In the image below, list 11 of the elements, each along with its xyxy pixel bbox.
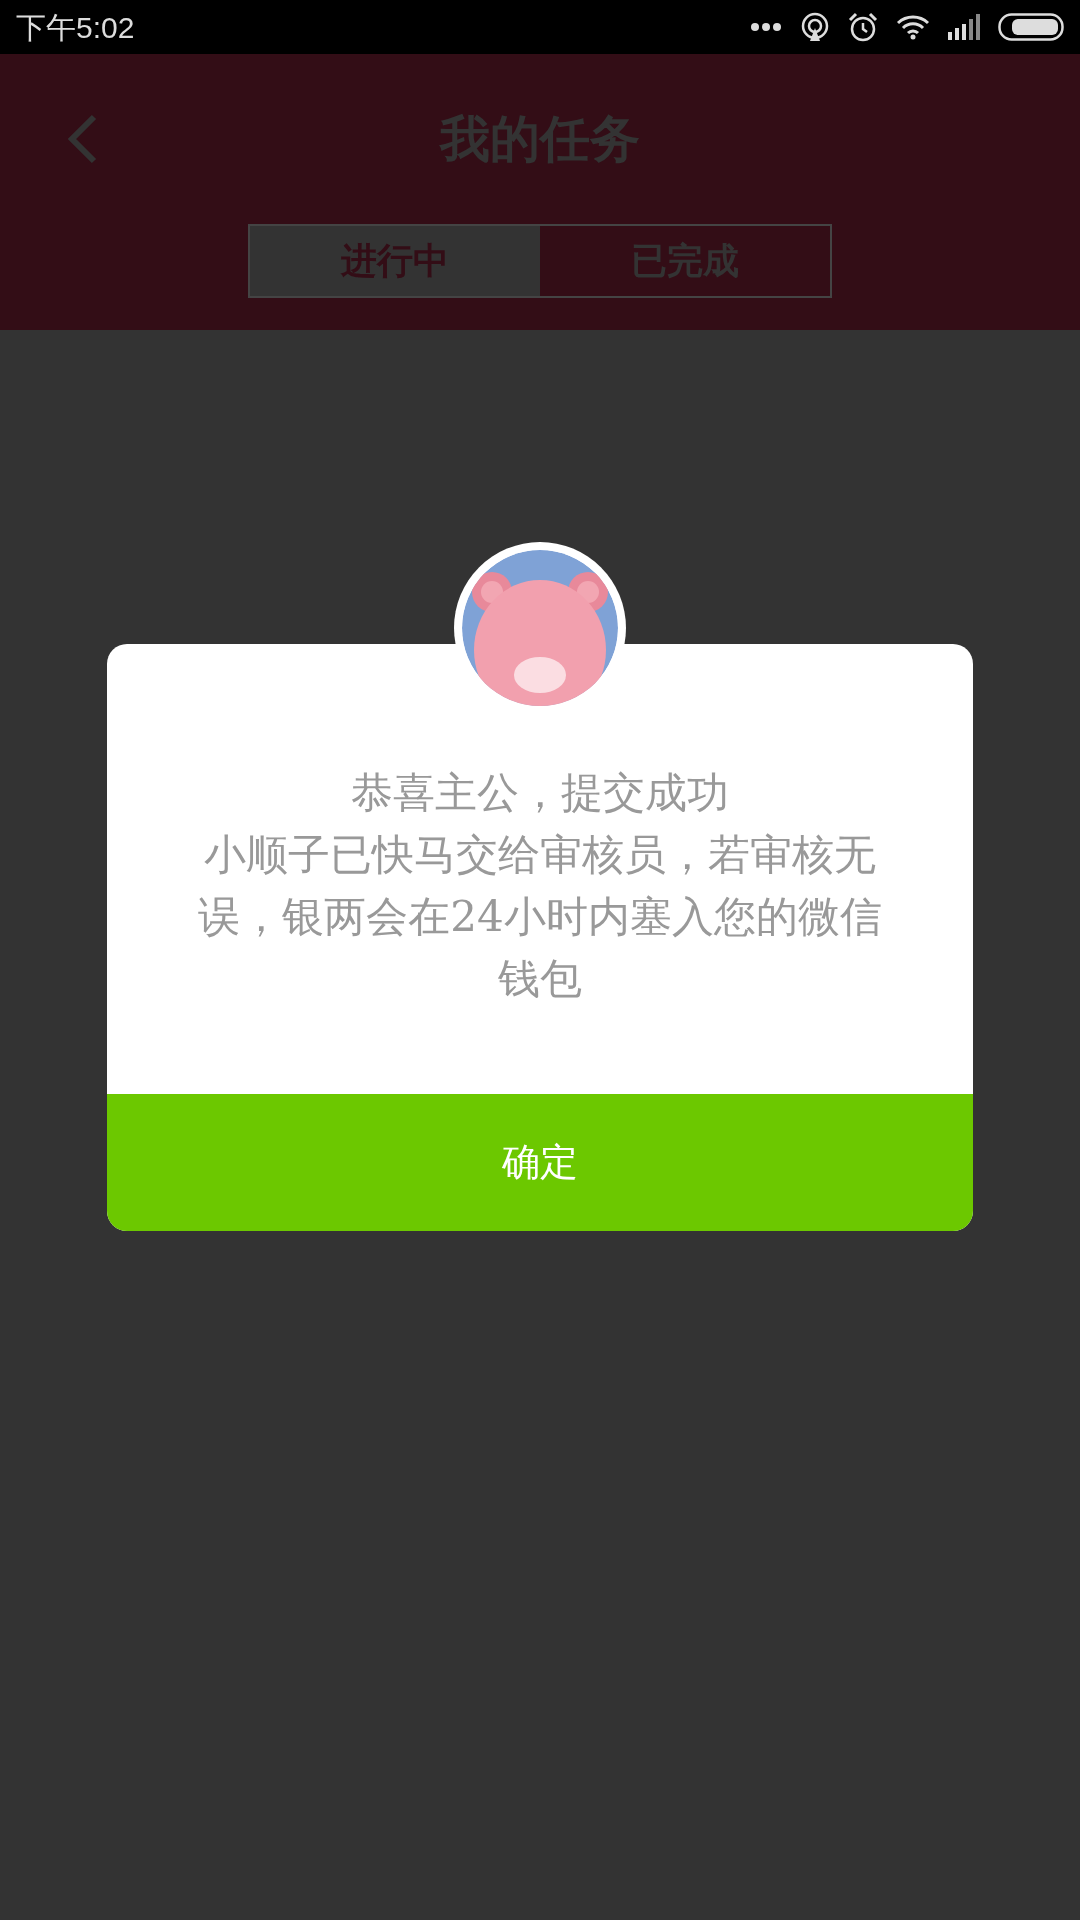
wifi-icon [896, 14, 930, 40]
more-icon [750, 22, 782, 32]
alarm-icon [848, 12, 878, 42]
hotspot-icon [800, 12, 830, 42]
battery-icon [998, 13, 1064, 41]
dialog-message: 小顺子已快马交给审核员，若审核无误，银两会在24小时内塞入您的微信钱包 [197, 829, 883, 1005]
signal-icon [948, 14, 980, 40]
confirm-button[interactable]: 确定 [107, 1094, 973, 1231]
status-time: 下午5:02 [16, 9, 135, 46]
back-icon[interactable] [66, 113, 98, 165]
dialog-title: 恭喜主公，提交成功 [351, 767, 729, 819]
